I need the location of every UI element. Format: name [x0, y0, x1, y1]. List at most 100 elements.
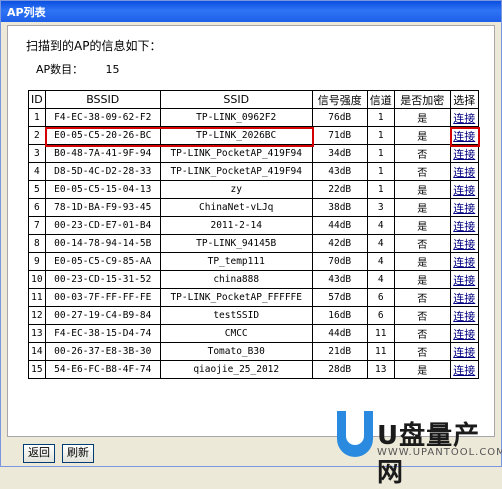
- signal-cell: 22dB: [311, 180, 368, 199]
- channel-cell: 6: [366, 306, 395, 325]
- table-row: 3 B0-48-7A-41-9F-94 TP-LINK_PocketAP_419F9…: [28, 144, 479, 163]
- ssid-cell: qiaojie_25_2012: [159, 360, 313, 379]
- ssid-cell: china888: [159, 270, 313, 289]
- connect-link[interactable]: 连接: [449, 216, 479, 235]
- ap-id-cell: 13: [28, 324, 46, 343]
- column-header-bssid: BSSID: [44, 90, 161, 109]
- ssid-cell: TP-LINK_94145B: [159, 234, 313, 253]
- connect-link[interactable]: 连接: [449, 126, 479, 145]
- ssid-cell: CMCC: [159, 324, 313, 343]
- encrypted-cell: 是: [393, 126, 451, 145]
- table-row: 4 D8-5D-4C-D2-28-33 TP-LINK_PocketAP_419F9…: [28, 162, 479, 181]
- ssid-cell: TP-LINK_PocketAP_419F94: [159, 162, 313, 181]
- connect-link[interactable]: 连接: [449, 324, 479, 343]
- ap-id-cell: 7: [28, 216, 46, 235]
- signal-cell: 16dB: [311, 306, 368, 325]
- ssid-cell: TP-LINK_PocketAP_FFFFFE: [159, 288, 313, 307]
- ssid-cell: TP_temp111: [159, 252, 313, 271]
- encrypted-cell: 是: [393, 270, 451, 289]
- refresh-button[interactable]: 刷新: [62, 444, 94, 463]
- column-header-channel: 信道: [366, 90, 395, 109]
- connect-link[interactable]: 连接: [449, 198, 479, 217]
- ap-id-cell: 9: [28, 252, 46, 271]
- ap-list-window: AP列表 扫描到的AP的信息如下： AP数目： 15 ID BSSID SSID…: [0, 0, 502, 488]
- encrypted-cell: 是: [393, 180, 451, 199]
- connect-link[interactable]: 连接: [449, 108, 479, 127]
- ap-count-label: AP数目：: [36, 63, 84, 76]
- watermark-url: WWW.UPANTOOL.COM: [377, 447, 502, 458]
- bssid-cell: 00-23-CD-15-31-52: [44, 270, 161, 289]
- bssid-cell: B0-48-7A-41-9F-94: [44, 144, 161, 163]
- u-disk-logo-icon: [337, 411, 373, 457]
- channel-cell: 1: [366, 108, 395, 127]
- ap-id-cell: 12: [28, 306, 46, 325]
- ssid-cell: 2011-2-14: [159, 216, 313, 235]
- encrypted-cell: 否: [393, 288, 451, 307]
- signal-cell: 76dB: [311, 108, 368, 127]
- bssid-cell: 00-26-37-E8-3B-30: [44, 342, 161, 361]
- connect-link[interactable]: 连接: [449, 144, 479, 163]
- connect-link[interactable]: 连接: [449, 306, 479, 325]
- table-header-row: ID BSSID SSID 信号强度 信道 是否加密 选择: [28, 90, 479, 109]
- table-row: 7 00-23-CD-E7-01-B4 2011-2-14 44dB 4 是连接: [28, 216, 479, 235]
- channel-cell: 1: [366, 126, 395, 145]
- content-panel: 扫描到的AP的信息如下： AP数目： 15 ID BSSID SSID 信号强度…: [7, 25, 495, 437]
- encrypted-cell: 是: [393, 108, 451, 127]
- bssid-cell: 00-23-CD-E7-01-B4: [44, 216, 161, 235]
- ap-count-row: AP数目： 15: [36, 61, 120, 77]
- ap-id-cell: 14: [28, 342, 46, 361]
- connect-link[interactable]: 连接: [449, 288, 479, 307]
- connect-link[interactable]: 连接: [449, 342, 479, 361]
- ap-id-cell: 6: [28, 198, 46, 217]
- table-row: 6 78-1D-BA-F9-93-45 ChinaNet-vLJq 38dB 3 是连接: [28, 198, 479, 217]
- channel-cell: 1: [366, 180, 395, 199]
- connect-link[interactable]: 连接: [449, 234, 479, 253]
- signal-cell: 44dB: [311, 216, 368, 235]
- table-row: 1 F4-EC-38-09-62-F2 TP-LINK_0962F2 76dB 1 是连接: [28, 108, 479, 127]
- table-row: 8 00-14-78-94-14-5B TP-LINK_94145B 42dB 4 否连接: [28, 234, 479, 253]
- bssid-cell: 78-1D-BA-F9-93-45: [44, 198, 161, 217]
- encrypted-cell: 否: [393, 324, 451, 343]
- encrypted-cell: 是: [393, 198, 451, 217]
- table-row: 14 00-26-37-E8-3B-30 Tomato_B30 21dB 11 否连接: [28, 342, 479, 361]
- table-row: 12 00-27-19-C4-B9-84 testSSID 16dB 6 否连接: [28, 306, 479, 325]
- signal-cell: 57dB: [311, 288, 368, 307]
- signal-cell: 44dB: [311, 324, 368, 343]
- ssid-cell: TP-LINK_2026BC: [159, 126, 313, 145]
- table-row: 9 E0-05-C5-C9-85-AA TP_temp111 70dB 4 是连接: [28, 252, 479, 271]
- ssid-cell: testSSID: [159, 306, 313, 325]
- channel-cell: 11: [366, 324, 395, 343]
- scan-result-heading: 扫描到的AP的信息如下：: [26, 39, 162, 53]
- connect-link[interactable]: 连接: [449, 270, 479, 289]
- connect-link[interactable]: 连接: [449, 252, 479, 271]
- bssid-cell: 00-14-78-94-14-5B: [44, 234, 161, 253]
- bssid-cell: 54-E6-FC-B8-4F-74: [44, 360, 161, 379]
- ap-count-value: 15: [105, 63, 120, 76]
- signal-cell: 21dB: [311, 342, 368, 361]
- table-row: 10 00-23-CD-15-31-52 china888 43dB 4 是连接: [28, 270, 479, 289]
- back-button[interactable]: 返回: [23, 444, 55, 463]
- bssid-cell: E0-05-C5-C9-85-AA: [44, 252, 161, 271]
- channel-cell: 4: [366, 270, 395, 289]
- channel-cell: 1: [366, 144, 395, 163]
- ap-id-cell: 4: [28, 162, 46, 181]
- ap-id-cell: 3: [28, 144, 46, 163]
- connect-link[interactable]: 连接: [449, 180, 479, 199]
- channel-cell: 4: [366, 252, 395, 271]
- bssid-cell: F4-EC-38-09-62-F2: [44, 108, 161, 127]
- bssid-cell: E0-05-C5-15-04-13: [44, 180, 161, 199]
- connect-link[interactable]: 连接: [449, 162, 479, 181]
- ap-id-cell: 1: [28, 108, 46, 127]
- channel-cell: 4: [366, 216, 395, 235]
- encrypted-cell: 否: [393, 306, 451, 325]
- encrypted-cell: 是: [393, 360, 451, 379]
- channel-cell: 13: [366, 360, 395, 379]
- column-header-encrypted: 是否加密: [393, 90, 451, 109]
- signal-cell: 28dB: [311, 360, 368, 379]
- table-row: 11 00-03-7F-FF-FF-FE TP-LINK_PocketAP_FFFF…: [28, 288, 479, 307]
- ap-id-cell: 2: [28, 126, 46, 145]
- connect-link[interactable]: 连接: [449, 360, 479, 379]
- channel-cell: 1: [366, 162, 395, 181]
- ap-id-cell: 10: [28, 270, 46, 289]
- signal-cell: 38dB: [311, 198, 368, 217]
